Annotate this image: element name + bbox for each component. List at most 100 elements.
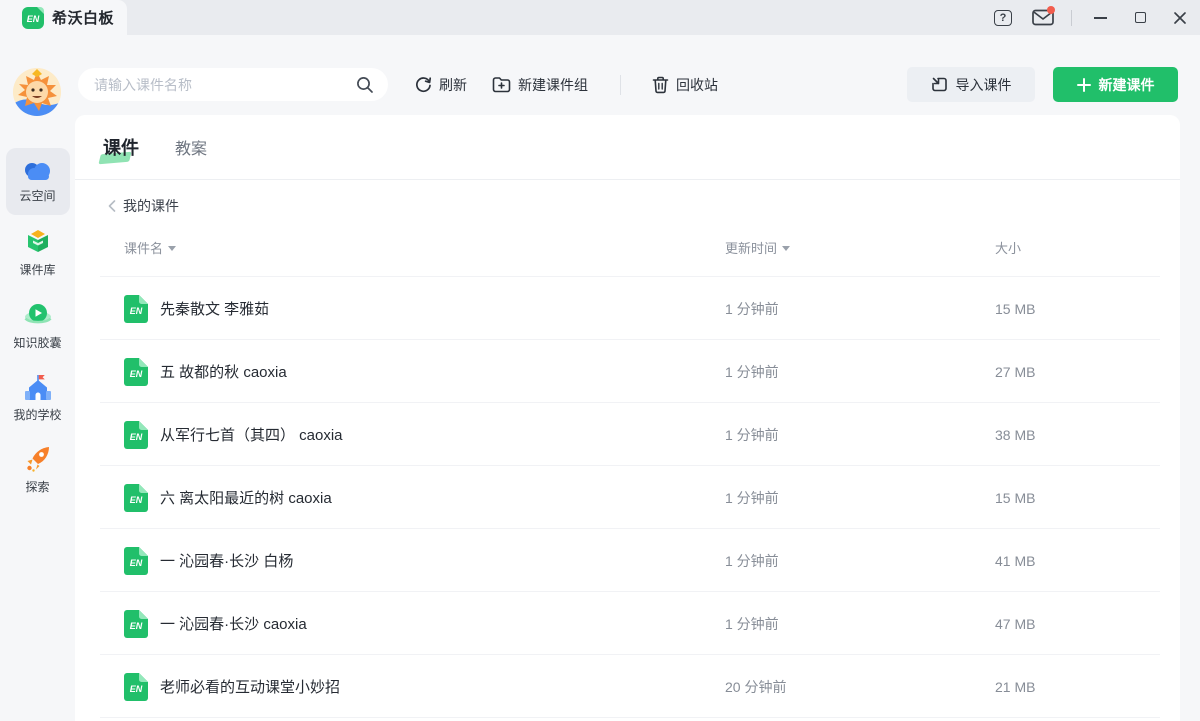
sidebar-item-label: 探索: [25, 478, 49, 495]
file-size: 47 MB: [995, 616, 1180, 632]
user-avatar[interactable]: [13, 68, 61, 116]
sort-caret-icon: [782, 246, 790, 251]
school-icon: [23, 373, 53, 402]
updated-time: 20 分钟前: [725, 677, 995, 697]
updated-time: 1 分钟前: [725, 299, 995, 319]
refresh-label: 刷新: [439, 75, 467, 95]
table-row[interactable]: EN 六 离太阳最近的树 caoxia 1 分钟前 15 MB: [75, 466, 1180, 529]
refresh-button[interactable]: 刷新: [415, 68, 467, 101]
file-name-cell: EN 先秦散文 李雅茹: [124, 295, 725, 323]
titlebar-separator: [1071, 10, 1072, 26]
file-size: 38 MB: [995, 427, 1180, 443]
table-row[interactable]: EN 一 沁园春·长沙 白杨 1 分钟前 41 MB: [75, 529, 1180, 592]
header-name[interactable]: 课件名: [124, 238, 725, 257]
svg-text:EN: EN: [130, 369, 143, 379]
svg-text:EN: EN: [27, 14, 40, 24]
library-icon: [23, 229, 53, 257]
help-button[interactable]: ?: [983, 0, 1023, 35]
toolbar-separator: [620, 75, 621, 95]
import-courseware-label: 导入课件: [956, 75, 1012, 95]
close-button[interactable]: [1160, 0, 1200, 35]
plus-icon: [1077, 78, 1091, 92]
sidebar-item-label: 我的学校: [13, 406, 61, 423]
en-file-icon: EN: [124, 358, 148, 386]
table-row[interactable]: EN 老师必看的互动课堂小妙招 20 分钟前 21 MB: [75, 655, 1180, 718]
en-file-icon: EN: [124, 610, 148, 638]
file-name-cell: EN 一 沁园春·长沙 caoxia: [124, 610, 725, 638]
file-title: 从军行七首（其四） caoxia: [160, 424, 343, 445]
updated-time: 1 分钟前: [725, 551, 995, 571]
maximize-button[interactable]: [1120, 0, 1160, 35]
import-courseware-button[interactable]: 导入课件: [907, 67, 1035, 102]
table-row[interactable]: EN 五 故都的秋 caoxia 1 分钟前 27 MB: [75, 340, 1180, 403]
sort-caret-icon: [168, 246, 176, 251]
tab-lesson-plan[interactable]: 教案: [175, 135, 207, 159]
updated-time: 1 分钟前: [725, 425, 995, 445]
svg-text:EN: EN: [130, 621, 143, 631]
tab-courseware[interactable]: 课件: [103, 134, 139, 160]
table-row[interactable]: EN 从军行七首（其四） caoxia 1 分钟前 38 MB: [75, 403, 1180, 466]
sidebar-item-label: 课件库: [19, 261, 55, 278]
table-row[interactable]: EN 先秦散文 李雅茹 1 分钟前 15 MB: [75, 277, 1180, 340]
file-title: 一 沁园春·长沙 白杨: [160, 550, 293, 571]
new-group-button[interactable]: 新建课件组: [492, 68, 588, 101]
maximize-icon: [1135, 12, 1146, 23]
tab-label: 课件: [103, 138, 139, 158]
rocket-icon: [23, 444, 53, 474]
file-name-cell: EN 老师必看的互动课堂小妙招: [124, 673, 725, 701]
chevron-left-icon: [108, 200, 116, 212]
en-file-icon: EN: [124, 421, 148, 449]
updated-time: 1 分钟前: [725, 488, 995, 508]
table-row[interactable]: EN 一 沁园春·长沙 caoxia 1 分钟前 47 MB: [75, 592, 1180, 655]
sidebar-item-my-school[interactable]: 我的学校: [6, 364, 70, 431]
breadcrumb[interactable]: 我的课件: [75, 180, 1180, 218]
sidebar-item-label: 知识胶囊: [13, 334, 61, 351]
header-size[interactable]: 大小: [995, 238, 1180, 257]
mail-button[interactable]: [1023, 0, 1063, 35]
file-title: 五 故都的秋 caoxia: [160, 361, 287, 382]
table-header: 课件名 更新时间 大小: [75, 218, 1180, 277]
content-tabs: 课件 教案: [75, 115, 1180, 180]
search-bar: [78, 68, 388, 101]
new-group-label: 新建课件组: [518, 75, 588, 95]
sidebar-item-courseware-library[interactable]: 课件库: [6, 220, 70, 287]
recycle-bin-button[interactable]: 回收站: [652, 68, 718, 101]
tab-label: 教案: [175, 141, 207, 158]
close-icon: [1173, 11, 1187, 25]
recycle-bin-label: 回收站: [676, 75, 718, 95]
app-title: 希沃白板: [52, 7, 114, 28]
capsule-icon: [22, 300, 54, 330]
notification-dot: [1047, 6, 1055, 14]
search-icon[interactable]: [356, 76, 374, 94]
svg-text:EN: EN: [130, 495, 143, 505]
file-size: 21 MB: [995, 679, 1180, 695]
updated-time: 1 分钟前: [725, 362, 995, 382]
minimize-button[interactable]: [1080, 0, 1120, 35]
sidebar-item-cloud-space[interactable]: 云空间: [6, 148, 70, 215]
app-logo-en-icon: EN: [22, 7, 44, 29]
file-size: 15 MB: [995, 301, 1180, 317]
file-title: 老师必看的互动课堂小妙招: [160, 676, 340, 697]
file-name-cell: EN 从军行七首（其四） caoxia: [124, 421, 725, 449]
breadcrumb-label: 我的课件: [123, 196, 179, 216]
header-updated[interactable]: 更新时间: [725, 238, 995, 257]
sidebar-item-explore[interactable]: 探索: [6, 436, 70, 503]
cloud-icon: [22, 159, 54, 183]
updated-time: 1 分钟前: [725, 614, 995, 634]
app-tab[interactable]: EN 希沃白板: [0, 0, 127, 35]
file-name-cell: EN 一 沁园春·长沙 白杨: [124, 547, 725, 575]
sidebar-item-knowledge-capsule[interactable]: 知识胶囊: [6, 292, 70, 359]
file-size: 41 MB: [995, 553, 1180, 569]
file-size: 15 MB: [995, 490, 1180, 506]
sidebar: 云空间 课件库 知识胶囊 我的学校: [0, 115, 75, 721]
minimize-icon: [1094, 17, 1107, 19]
en-file-icon: EN: [124, 484, 148, 512]
search-input[interactable]: [94, 77, 356, 93]
import-icon: [931, 76, 948, 93]
toolbar: 刷新 新建课件组 回收站 导入课件 新建课件: [0, 35, 1200, 115]
file-title: 一 沁园春·长沙 caoxia: [160, 613, 307, 634]
en-file-icon: EN: [124, 295, 148, 323]
new-courseware-button[interactable]: 新建课件: [1053, 67, 1178, 102]
folder-plus-icon: [492, 76, 511, 93]
main-content-card: 课件 教案 我的课件 课件名 更新时间 大小 EN: [75, 115, 1180, 721]
